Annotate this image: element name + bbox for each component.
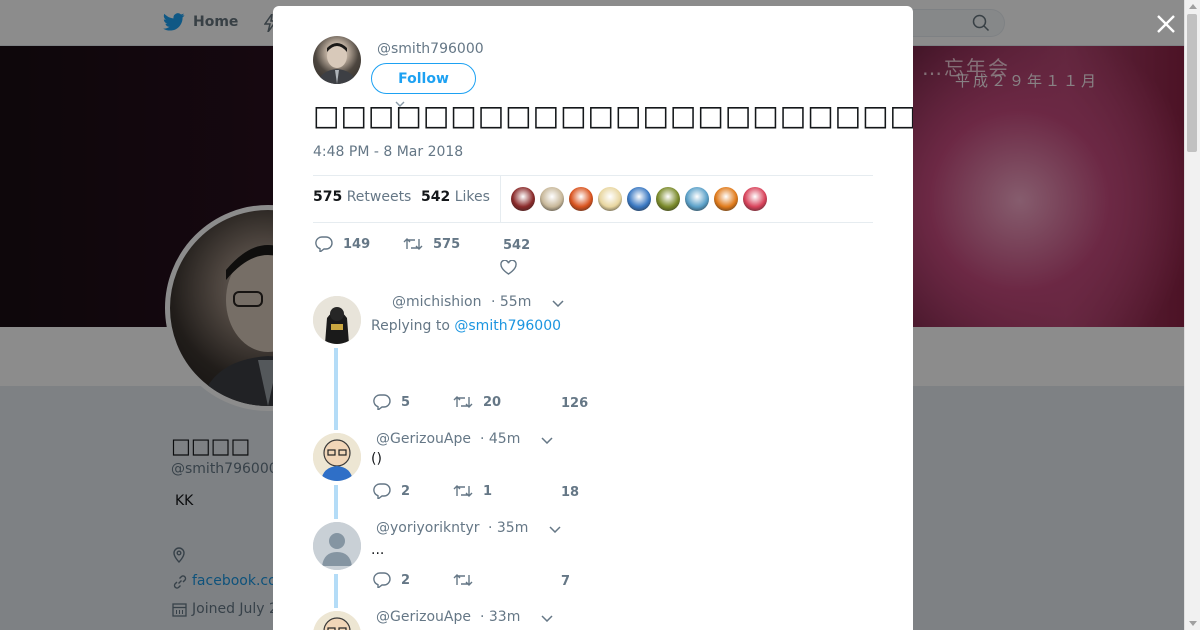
liker-avatar[interactable] bbox=[569, 187, 593, 211]
retweet-count: 20 bbox=[483, 394, 502, 410]
reply-icon bbox=[373, 483, 391, 499]
reply-time[interactable]: · 35m bbox=[488, 520, 528, 536]
replying-to-link[interactable]: @smith796000 bbox=[454, 318, 561, 334]
tweet-author-avatar[interactable] bbox=[313, 36, 361, 84]
retweet-icon bbox=[403, 238, 423, 250]
reply-avatar[interactable] bbox=[313, 522, 361, 570]
retweets-stat-label: Retweets bbox=[346, 189, 412, 205]
reply-button[interactable]: 2 bbox=[373, 483, 453, 499]
stats-divider bbox=[500, 176, 501, 223]
like-count: 542 bbox=[503, 238, 531, 253]
retweet-count: 575 bbox=[433, 236, 461, 252]
reply-text: () bbox=[371, 451, 382, 467]
chevron-down-icon[interactable] bbox=[549, 526, 561, 533]
reply-button[interactable]: 149 bbox=[315, 236, 403, 252]
reply-button[interactable]: 5 bbox=[373, 394, 453, 410]
liker-avatar[interactable] bbox=[511, 187, 535, 211]
like-count: 126 bbox=[561, 396, 589, 411]
reply-icon bbox=[373, 394, 391, 410]
reply-button[interactable]: 2 bbox=[373, 572, 453, 588]
liker-avatar[interactable] bbox=[685, 187, 709, 211]
retweet-icon bbox=[453, 396, 473, 408]
likes-stat[interactable]: 542 Likes bbox=[421, 189, 490, 205]
thread-line bbox=[334, 348, 338, 430]
scroll-down-arrow-icon[interactable] bbox=[1189, 621, 1197, 626]
liker-avatar[interactable] bbox=[598, 187, 622, 211]
reply-actions: 2 1 bbox=[373, 483, 553, 499]
reply-actions: 5 20 bbox=[373, 394, 553, 410]
thread-line bbox=[334, 485, 338, 519]
retweet-button[interactable] bbox=[453, 573, 553, 587]
reply-avatar-image bbox=[313, 296, 361, 344]
tweet-timestamp[interactable]: 4:48 PM - 8 Mar 2018 bbox=[313, 144, 463, 160]
likes-stat-label: Likes bbox=[454, 189, 490, 205]
reply-avatar[interactable] bbox=[313, 296, 361, 344]
likes-stat-count: 542 bbox=[421, 189, 451, 205]
reply-handle[interactable]: @yoriyorikntyr bbox=[376, 520, 480, 536]
liker-avatar[interactable] bbox=[714, 187, 738, 211]
liker-avatar[interactable] bbox=[627, 187, 651, 211]
reply-count: 5 bbox=[401, 394, 411, 410]
chevron-down-icon[interactable] bbox=[541, 615, 553, 622]
reply-count: 149 bbox=[343, 236, 371, 252]
replying-to: Replying to @smith796000 bbox=[371, 318, 561, 334]
reply-avatar[interactable] bbox=[313, 433, 361, 481]
retweet-count: 1 bbox=[483, 483, 493, 499]
tweet-actions: 149 575 bbox=[315, 236, 499, 252]
retweet-icon bbox=[453, 485, 473, 497]
reply-avatar-image bbox=[313, 433, 361, 481]
chevron-down-icon[interactable] bbox=[541, 437, 553, 444]
default-avatar-icon bbox=[313, 522, 361, 570]
tweet-modal: @smith796000 Follow □□□□□□□□□□□□□□□□□□□□… bbox=[273, 6, 913, 630]
retweet-button[interactable]: 575 bbox=[403, 237, 499, 252]
retweets-stat-count: 575 bbox=[313, 189, 343, 205]
reply-avatar[interactable] bbox=[313, 611, 361, 630]
scroll-up-arrow-icon[interactable] bbox=[1189, 4, 1197, 9]
tweet-text: □□□□□□□□□□□□□□□□□□□□□□□□□□□□□□□□□□□□□□□□… bbox=[313, 99, 913, 132]
reply-time[interactable]: · 55m bbox=[491, 294, 531, 310]
reply-count: 2 bbox=[401, 483, 411, 499]
likers-avatars bbox=[511, 187, 767, 211]
replying-to-prefix: Replying to bbox=[371, 318, 450, 334]
retweet-button[interactable]: 20 bbox=[453, 395, 553, 410]
retweets-stat[interactable]: 575 Retweets bbox=[313, 189, 411, 205]
chevron-down-icon[interactable] bbox=[552, 300, 564, 307]
reply-time[interactable]: · 45m bbox=[480, 431, 520, 447]
reply-actions: 2 bbox=[373, 572, 553, 588]
tweet-author-handle[interactable]: @smith796000 bbox=[377, 41, 484, 57]
heart-icon[interactable] bbox=[500, 260, 517, 275]
like-count: 7 bbox=[561, 574, 571, 589]
follow-button[interactable]: Follow bbox=[371, 63, 476, 94]
scrollbar-thumb[interactable] bbox=[1187, 14, 1197, 152]
reply-handle[interactable]: @GerizouApe bbox=[376, 609, 471, 625]
close-icon[interactable] bbox=[1154, 12, 1178, 36]
liker-avatar[interactable] bbox=[540, 187, 564, 211]
reply-handle[interactable]: @GerizouApe bbox=[376, 431, 471, 447]
reply-handle[interactable]: @michishion bbox=[392, 294, 481, 310]
reply-avatar-image bbox=[313, 611, 361, 630]
reply-time[interactable]: · 33m bbox=[480, 609, 520, 625]
liker-avatar[interactable] bbox=[743, 187, 767, 211]
tweet-stats: 575 Retweets 542 Likes bbox=[313, 175, 873, 223]
reply-count: 2 bbox=[401, 572, 411, 588]
liker-avatar[interactable] bbox=[656, 187, 680, 211]
author-avatar-portrait bbox=[317, 43, 357, 84]
reply-icon bbox=[315, 236, 333, 252]
like-count: 18 bbox=[561, 485, 580, 500]
reply-text: ... bbox=[371, 542, 385, 558]
retweet-button[interactable]: 1 bbox=[453, 484, 553, 499]
retweet-icon bbox=[453, 574, 473, 586]
reply-icon bbox=[373, 572, 391, 588]
thread-line bbox=[334, 574, 338, 608]
